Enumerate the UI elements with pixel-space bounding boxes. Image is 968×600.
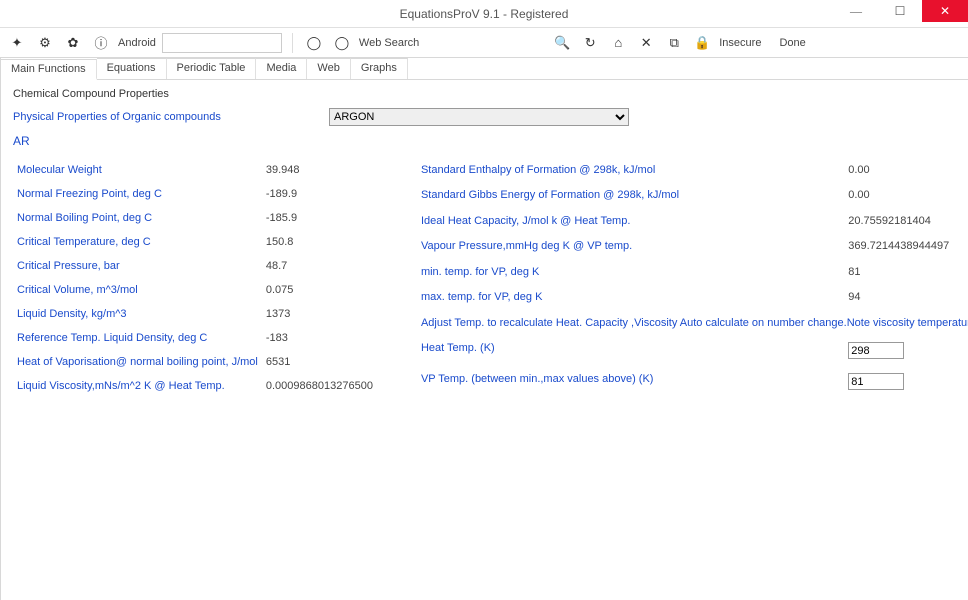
warning-text: Adjust Temp. to recalculate Heat. Capaci… [417, 311, 968, 336]
minimize-button[interactable]: — [834, 0, 878, 22]
back-icon[interactable]: ✦ [6, 32, 28, 54]
toolbar-combo[interactable] [162, 33, 282, 53]
home-icon[interactable]: ⌂ [607, 32, 629, 54]
tab-media[interactable]: Media [256, 58, 307, 79]
search-icon[interactable]: 🔍 [551, 32, 573, 54]
pick-label: Physical Properties of Organic compounds [13, 111, 319, 123]
properties-right: Standard Enthalpy of Formation @ 298k, k… [417, 158, 968, 398]
tab-equations[interactable]: Equations [97, 58, 167, 79]
close-button[interactable]: ✕ [922, 0, 968, 22]
tab-web[interactable]: Web [307, 58, 350, 79]
websearch-label: Web Search [359, 37, 419, 49]
vp-temp-input[interactable] [848, 373, 904, 390]
info-icon[interactable]: ⓘ [90, 32, 112, 54]
tab-graphs[interactable]: Graphs [351, 58, 408, 79]
formula-text: AR [13, 134, 968, 148]
properties-left: Molecular Weight39.948 Normal Freezing P… [13, 158, 377, 398]
maximize-button[interactable]: ☐ [878, 0, 922, 22]
window-title: EquationsProV 9.1 - Registered [400, 7, 569, 21]
lock-icon[interactable]: 🔒 [691, 32, 713, 54]
nav-back-icon[interactable]: ◯ [303, 32, 325, 54]
panel-section-title: Chemical Compound Properties [13, 88, 968, 100]
stop-icon[interactable]: ✕ [635, 32, 657, 54]
tab-periodic-table[interactable]: Periodic Table [167, 58, 257, 79]
platform-label: Android [118, 37, 156, 49]
heat-temp-input[interactable] [848, 342, 904, 359]
compound-select[interactable]: ARGON [329, 108, 629, 126]
nav-fwd-icon[interactable]: ◯ [331, 32, 353, 54]
done-label[interactable]: Done [779, 37, 805, 49]
insecure-label: Insecure [719, 37, 761, 49]
refresh-icon[interactable]: ↻ [579, 32, 601, 54]
gear-small-icon[interactable]: ⚙ [34, 32, 56, 54]
gear-icon[interactable]: ✿ [62, 32, 84, 54]
tab-main-functions[interactable]: Main Functions [1, 59, 97, 80]
copy-icon[interactable]: ⧉ [663, 32, 685, 54]
